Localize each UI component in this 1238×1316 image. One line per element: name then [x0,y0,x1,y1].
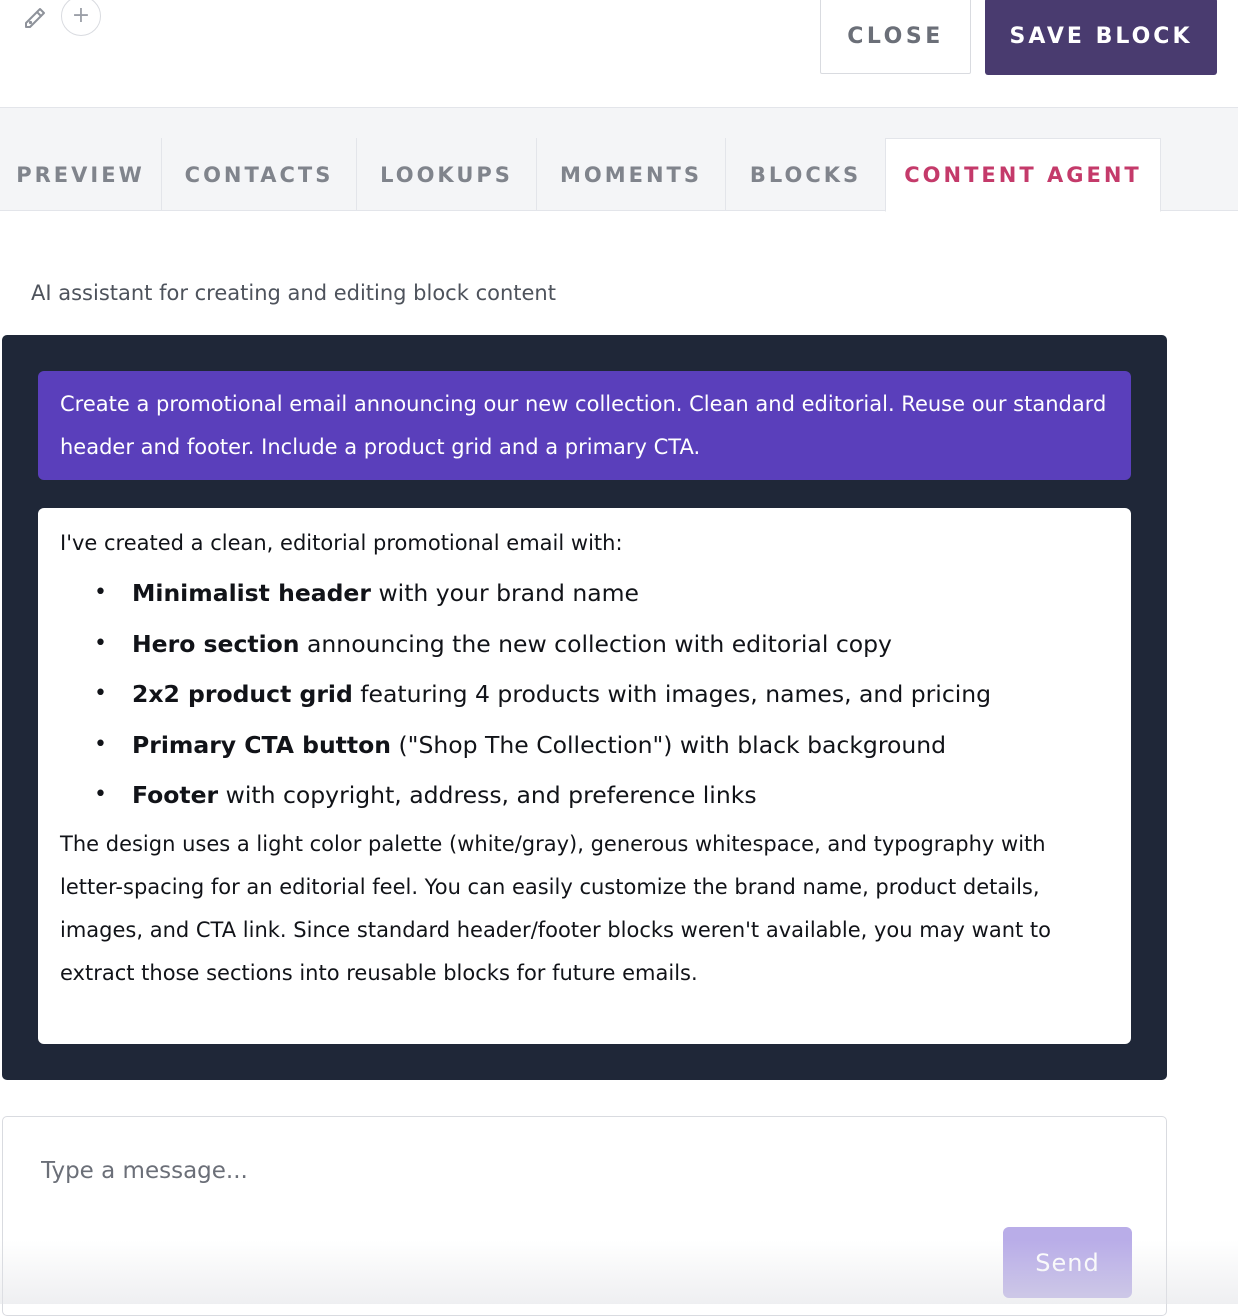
tab-blocks[interactable]: BLOCKS [726,138,886,211]
agent-feature-list: • Minimalist header with your brand name … [60,568,1109,821]
top-toolbar: + CLOSE SAVE BLOCK [0,0,1238,108]
tab-content-agent[interactable]: CONTENT AGENT [885,138,1161,212]
user-message: Create a promotional email announcing ou… [38,371,1131,480]
tab-moments[interactable]: MOMENTS [537,138,726,211]
tab-lookups[interactable]: LOOKUPS [357,138,537,211]
list-item: • 2x2 product grid featuring 4 products w… [60,669,1109,720]
list-item: • Footer with copyright, address, and pre… [60,770,1109,821]
bullet-icon: • [94,681,107,706]
bullet-icon: • [94,580,107,605]
message-composer: Send [2,1116,1167,1316]
agent-intro: I've created a clean, editorial promotio… [60,531,623,555]
message-input[interactable] [39,1151,1039,1191]
save-block-button[interactable]: SAVE BLOCK [985,0,1217,75]
close-button[interactable]: CLOSE [820,0,971,74]
chat-panel: Create a promotional email announcing ou… [2,335,1167,1080]
tab-bar: PREVIEW CONTACTS LOOKUPS MOMENTS BLOCKS … [0,108,1238,212]
bullet-icon: • [94,731,107,757]
list-item: • Hero section announcing the new collect… [60,619,1109,670]
bullet-icon: • [94,630,107,656]
tab-preview[interactable]: PREVIEW [0,138,162,211]
list-item: • Minimalist header with your brand name [60,568,1109,619]
agent-message: I've created a clean, editorial promotio… [38,508,1131,1044]
send-button[interactable]: Send [1003,1227,1132,1298]
pencil-icon[interactable] [22,4,48,30]
plus-icon[interactable]: + [61,0,101,36]
bullet-icon: • [94,782,107,807]
tab-contacts[interactable]: CONTACTS [162,138,357,211]
list-item: • Primary CTA button ("Shop The Collectio… [60,720,1109,771]
page-subtitle: AI assistant for creating and editing bl… [31,281,556,305]
agent-summary: The design uses a light color palette (w… [60,831,1052,985]
